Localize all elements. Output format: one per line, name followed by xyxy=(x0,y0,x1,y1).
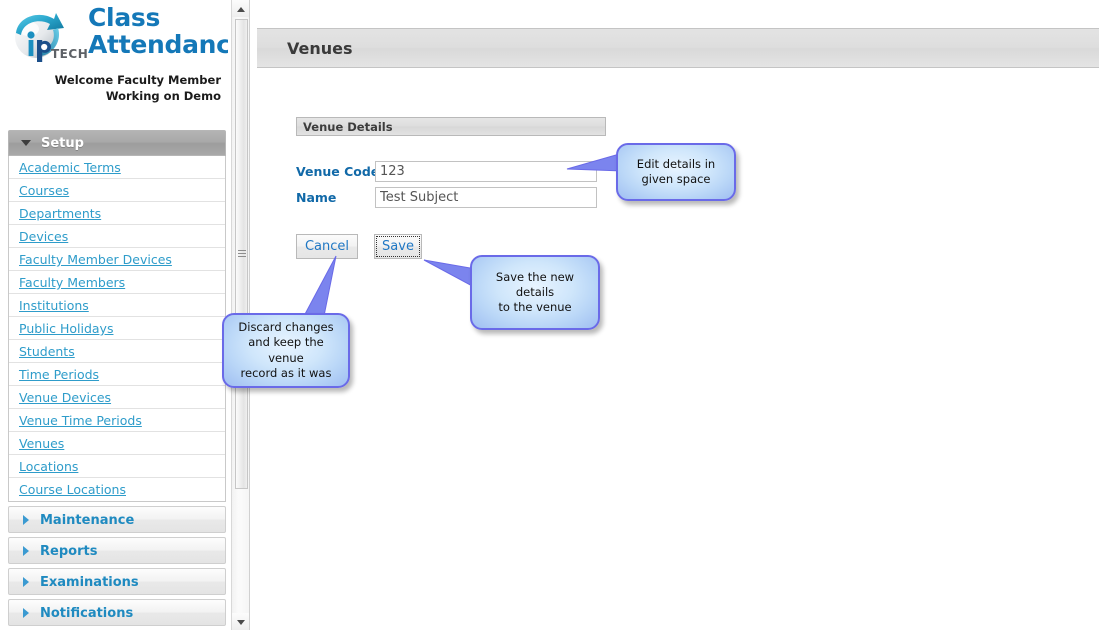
caret-down-icon xyxy=(236,619,245,625)
svg-text:TECH: TECH xyxy=(51,47,88,61)
page-title: Venues xyxy=(287,39,353,58)
sidebar-section-setup[interactable]: Setup xyxy=(8,130,226,156)
sidebar-section-reports[interactable]: Reports xyxy=(8,537,226,564)
chevron-down-icon xyxy=(21,139,31,146)
callout-edit-details: Edit details in given space xyxy=(616,143,736,201)
callout-edit-details-text: Edit details in given space xyxy=(636,156,716,186)
sidebar-item-locations[interactable]: Locations xyxy=(9,455,225,478)
sidebar-link-departments[interactable]: Departments xyxy=(19,206,101,221)
application-window: TECH Class Attendance Welcome Faculty Me… xyxy=(0,0,1099,630)
sidebar-item-venues[interactable]: Venues xyxy=(9,432,225,455)
sidebar-item-academic-terms[interactable]: Academic Terms xyxy=(9,156,225,179)
venue-code-input[interactable] xyxy=(375,161,597,182)
sidebar-link-devices[interactable]: Devices xyxy=(19,229,68,244)
sidebar-item-courses[interactable]: Courses xyxy=(9,179,225,202)
sidebar-item-time-periods[interactable]: Time Periods xyxy=(9,363,225,386)
save-button[interactable]: Save xyxy=(374,234,422,259)
sidebar-link-time-periods[interactable]: Time Periods xyxy=(19,367,99,382)
label-name: Name xyxy=(296,190,337,205)
sidebar-accordion: Setup Academic Terms Courses Departments… xyxy=(8,130,226,626)
sidebar-link-public-holidays[interactable]: Public Holidays xyxy=(19,321,113,336)
sidebar-link-venues[interactable]: Venues xyxy=(19,436,64,451)
sidebar-link-course-locations[interactable]: Course Locations xyxy=(19,482,126,497)
sidebar-item-venue-devices[interactable]: Venue Devices xyxy=(9,386,225,409)
sidebar-section-examinations[interactable]: Examinations xyxy=(8,568,226,595)
sidebar-link-institutions[interactable]: Institutions xyxy=(19,298,89,313)
brand-title-line-1: Class xyxy=(88,3,161,32)
callout-tail-cancel xyxy=(296,255,346,320)
main-content: Venues Venue Details Venue Code Name Can… xyxy=(251,0,1099,630)
iptech-globe-arrow-logo-icon: TECH xyxy=(6,6,90,68)
sidebar-section-setup-label: Setup xyxy=(41,136,84,151)
sidebar-section-maintenance[interactable]: Maintenance xyxy=(8,506,226,533)
scrollbar-up-button[interactable] xyxy=(232,0,249,17)
field-row-venue-code: Venue Code xyxy=(296,161,597,183)
chevron-right-icon xyxy=(23,607,29,618)
sidebar-item-venue-time-periods[interactable]: Venue Time Periods xyxy=(9,409,225,432)
sidebar-item-faculty-members[interactable]: Faculty Members xyxy=(9,271,225,294)
sidebar-link-students[interactable]: Students xyxy=(19,344,75,359)
welcome-text: Welcome Faculty Member Working on Demo xyxy=(55,73,221,104)
brand-title-line-2: Attendance xyxy=(88,30,228,59)
sidebar-link-faculty-member-devices[interactable]: Faculty Member Devices xyxy=(19,252,172,267)
scrollbar-down-button[interactable] xyxy=(232,613,249,630)
sidebar-section-notifications-label: Notifications xyxy=(40,606,134,621)
page-header-bar: Venues xyxy=(257,28,1099,68)
sidebar-section-examinations-label: Examinations xyxy=(40,575,139,590)
sidebar-item-departments[interactable]: Departments xyxy=(9,202,225,225)
sidebar-link-venue-devices[interactable]: Venue Devices xyxy=(19,390,111,405)
venue-details-form: Venue Details Venue Code Name Cancel Sav… xyxy=(296,117,916,259)
callout-cancel-details-text: Discard changes and keep the venue recor… xyxy=(238,320,334,380)
caret-up-icon xyxy=(236,6,245,12)
sidebar-item-public-holidays[interactable]: Public Holidays xyxy=(9,317,225,340)
scroll-grip-icon xyxy=(237,250,246,258)
callout-cancel-details: Discard changes and keep the venue recor… xyxy=(222,313,350,388)
sidebar-item-course-locations[interactable]: Course Locations xyxy=(9,478,225,501)
chevron-right-icon xyxy=(23,545,29,556)
section-header-venue-details: Venue Details xyxy=(296,117,606,136)
sidebar-section-reports-label: Reports xyxy=(40,544,98,559)
sidebar-item-faculty-member-devices[interactable]: Faculty Member Devices xyxy=(9,248,225,271)
chevron-right-icon xyxy=(23,514,29,525)
sidebar-item-institutions[interactable]: Institutions xyxy=(9,294,225,317)
chevron-right-icon xyxy=(23,576,29,587)
sidebar-link-academic-terms[interactable]: Academic Terms xyxy=(19,160,121,175)
sidebar-section-notifications[interactable]: Notifications xyxy=(8,599,226,626)
brand-header: TECH Class Attendance Welcome Faculty Me… xyxy=(0,0,228,120)
sidebar-link-locations[interactable]: Locations xyxy=(19,459,78,474)
left-sidebar: TECH Class Attendance Welcome Faculty Me… xyxy=(0,0,228,630)
sidebar-link-courses[interactable]: Courses xyxy=(19,183,69,198)
sidebar-item-devices[interactable]: Devices xyxy=(9,225,225,248)
name-input[interactable] xyxy=(375,187,597,208)
page-brand-title: Class Attendance xyxy=(88,4,228,58)
callout-save-details-text: Save the new details to the venue xyxy=(495,269,575,315)
field-row-name: Name xyxy=(296,187,597,209)
welcome-line-2: Working on Demo xyxy=(105,88,221,103)
sidebar-item-students[interactable]: Students xyxy=(9,340,225,363)
sidebar-section-maintenance-label: Maintenance xyxy=(40,513,135,528)
welcome-line-1: Welcome Faculty Member xyxy=(54,73,221,87)
scrollbar-thumb[interactable] xyxy=(235,19,248,489)
sidebar-link-venue-time-periods[interactable]: Venue Time Periods xyxy=(19,413,142,428)
sidebar-link-faculty-members[interactable]: Faculty Members xyxy=(19,275,125,290)
label-venue-code: Venue Code xyxy=(296,164,380,179)
sidebar-section-setup-body: Academic Terms Courses Departments Devic… xyxy=(8,156,226,502)
callout-save-details: Save the new details to the venue xyxy=(470,255,600,330)
